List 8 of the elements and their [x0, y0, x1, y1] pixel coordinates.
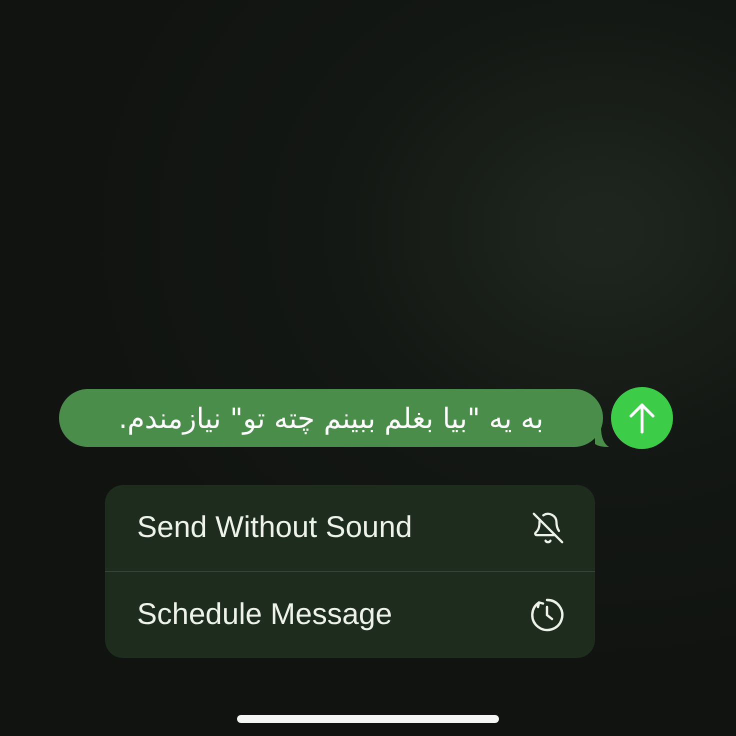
clock-icon: [529, 597, 565, 633]
message-text: به یه "بیا بغلم ببینم چته تو" نیازمندم.: [118, 402, 544, 434]
menu-item[interactable]: Send Without Sound: [105, 485, 595, 571]
menu-item[interactable]: Schedule Message: [105, 571, 595, 658]
menu-item-label: Schedule Message: [137, 598, 392, 632]
menu-item-label: Send Without Sound: [137, 511, 412, 545]
up-arrow-icon: [628, 402, 656, 434]
bell-off-icon: [531, 511, 565, 545]
